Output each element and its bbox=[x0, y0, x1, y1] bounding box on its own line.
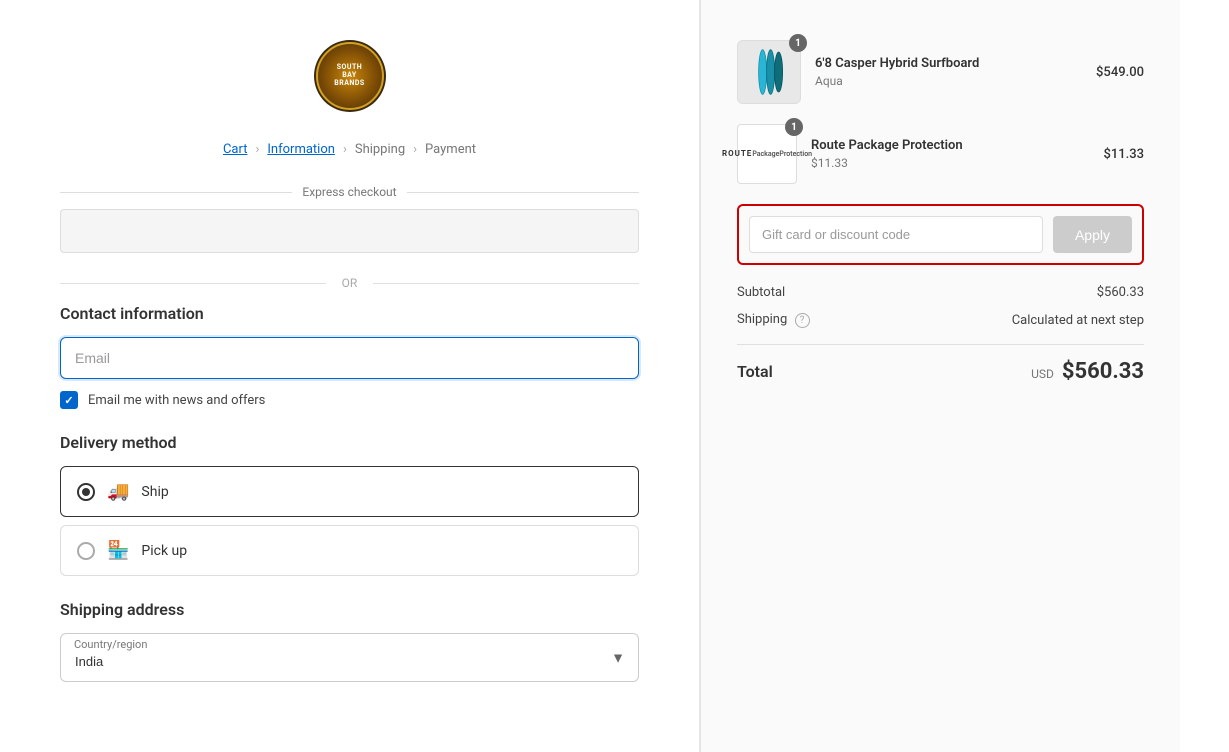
express-checkout-button[interactable] bbox=[60, 209, 639, 253]
item-name-route: Route Package Protection bbox=[811, 138, 1089, 153]
delivery-section-title: Delivery method bbox=[60, 433, 639, 452]
country-label: Country/region bbox=[74, 638, 147, 651]
shipping-label: Shipping ? bbox=[737, 312, 810, 328]
item-variant-route: $11.33 bbox=[811, 156, 1089, 170]
breadcrumb-cart[interactable]: Cart bbox=[223, 142, 248, 157]
order-summary-panel: 1 6'8 Casper Hybrid Surfboard Aqua $549.… bbox=[700, 0, 1180, 752]
summary-divider bbox=[737, 344, 1144, 345]
shipping-address-title: Shipping address bbox=[60, 600, 639, 619]
total-right: USD $560.33 bbox=[1031, 359, 1144, 384]
country-select-wrapper: India United States United Kingdom Count… bbox=[60, 633, 639, 682]
item-price-surfboard: $549.00 bbox=[1096, 65, 1144, 80]
shipping-address-section: Shipping address India United States Uni… bbox=[60, 600, 639, 682]
brand-logo: SOUTH BAY BRANDS bbox=[314, 40, 386, 112]
breadcrumb-sep-1: › bbox=[255, 142, 259, 157]
pickup-label: Pick up bbox=[141, 543, 187, 559]
delivery-option-pickup[interactable]: 🏪 Pick up bbox=[60, 525, 639, 576]
total-amount: $560.33 bbox=[1062, 359, 1144, 384]
discount-code-input[interactable] bbox=[749, 216, 1043, 253]
radio-ship bbox=[77, 483, 95, 501]
item-image-wrapper-route: 1 ROUTE Package Protection bbox=[737, 124, 797, 184]
shipping-line: Shipping ? Calculated at next step bbox=[737, 312, 1144, 328]
item-variant-surfboard: Aqua bbox=[815, 74, 1082, 88]
breadcrumb: Cart › Information › Shipping › Payment bbox=[60, 142, 639, 157]
breadcrumb-information[interactable]: Information bbox=[267, 142, 335, 157]
item-details-surfboard: 6'8 Casper Hybrid Surfboard Aqua bbox=[815, 56, 1082, 88]
subtotal-label: Subtotal bbox=[737, 285, 785, 300]
delivery-option-ship[interactable]: 🚚 Ship bbox=[60, 466, 639, 517]
checkout-left-panel: SOUTH BAY BRANDS Cart › Information › Sh… bbox=[0, 0, 700, 752]
order-item-route: 1 ROUTE Package Protection Route Package… bbox=[737, 124, 1144, 184]
item-badge-surfboard: 1 bbox=[789, 34, 807, 52]
breadcrumb-sep-3: › bbox=[413, 142, 417, 157]
breadcrumb-sep-2: › bbox=[343, 142, 347, 157]
email-input[interactable] bbox=[60, 337, 639, 379]
total-currency: USD bbox=[1031, 367, 1054, 381]
subtotal-line: Subtotal $560.33 bbox=[737, 285, 1144, 300]
item-badge-route: 1 bbox=[785, 118, 803, 136]
breadcrumb-payment: Payment bbox=[425, 142, 476, 157]
ship-icon: 🚚 bbox=[107, 481, 129, 502]
contact-section-title: Contact information bbox=[60, 304, 639, 323]
or-divider: OR bbox=[60, 276, 639, 290]
pickup-icon: 🏪 bbox=[107, 540, 129, 561]
newsletter-checkbox[interactable] bbox=[60, 391, 78, 409]
subtotal-value: $560.33 bbox=[1097, 285, 1144, 300]
delivery-section: Delivery method 🚚 Ship 🏪 Pick up bbox=[60, 433, 639, 576]
express-checkout-label: Express checkout bbox=[60, 185, 639, 199]
breadcrumb-shipping: Shipping bbox=[355, 142, 405, 157]
radio-pickup bbox=[77, 542, 95, 560]
ship-label: Ship bbox=[141, 484, 168, 500]
item-price-route: $11.33 bbox=[1103, 147, 1144, 162]
item-image-wrapper-surfboard: 1 bbox=[737, 40, 801, 104]
item-name-surfboard: 6'8 Casper Hybrid Surfboard bbox=[815, 56, 1082, 71]
newsletter-row: Email me with news and offers bbox=[60, 391, 639, 409]
item-details-route: Route Package Protection $11.33 bbox=[811, 138, 1089, 170]
total-line: Total USD $560.33 bbox=[737, 359, 1144, 384]
logo-container: SOUTH BAY BRANDS bbox=[60, 40, 639, 112]
apply-discount-button[interactable]: Apply bbox=[1053, 216, 1132, 253]
express-checkout-section: Express checkout bbox=[60, 185, 639, 256]
contact-section: Contact information Email me with news a… bbox=[60, 304, 639, 409]
shipping-value: Calculated at next step bbox=[1012, 313, 1144, 328]
newsletter-label: Email me with news and offers bbox=[88, 393, 265, 408]
surfboard-icon bbox=[749, 44, 789, 100]
order-item-surfboard: 1 6'8 Casper Hybrid Surfboard Aqua $549.… bbox=[737, 40, 1144, 104]
discount-code-section: Apply bbox=[737, 204, 1144, 265]
total-label: Total bbox=[737, 362, 773, 381]
shipping-help-icon[interactable]: ? bbox=[795, 313, 810, 328]
